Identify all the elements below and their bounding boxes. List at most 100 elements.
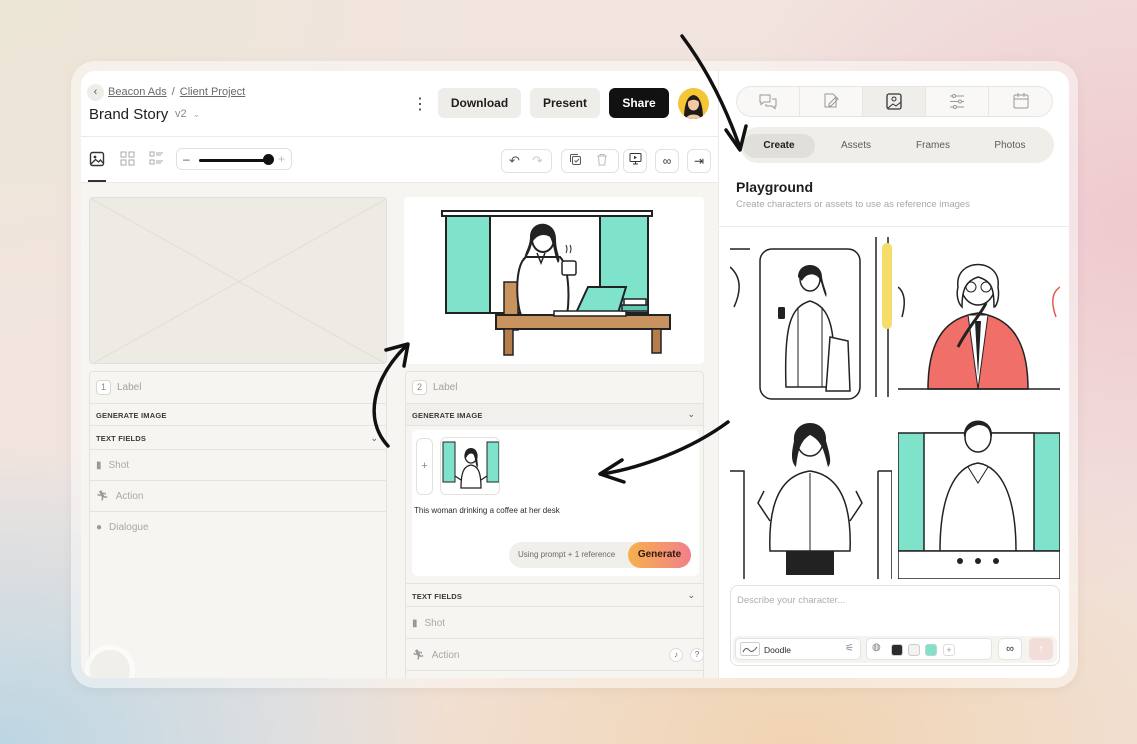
version-selector[interactable]: v2 ⌄ (175, 108, 200, 120)
help-icon[interactable]: ? (690, 648, 703, 662)
dialogue-field[interactable]: ● Dialogue (90, 512, 386, 543)
grid-view-icon[interactable] (118, 151, 136, 169)
clapper-icon: ▮ (412, 618, 418, 629)
character-card[interactable] (898, 411, 1060, 579)
field-label: Action (431, 650, 460, 661)
section-title: GENERATE IMAGE (96, 411, 167, 420)
field-label: Action (115, 491, 144, 502)
back-button[interactable]: ‹ (87, 84, 104, 101)
header-bar: ‹ Beacon Ads / Client Project Brand Story … (81, 71, 718, 137)
frame-2-image[interactable] (404, 197, 704, 364)
calendar-icon[interactable] (989, 87, 1052, 116)
frame-label[interactable]: Label (433, 382, 457, 393)
action-field[interactable]: 🏃︎ Action (90, 481, 386, 512)
frame-1-placeholder[interactable] (89, 197, 387, 364)
character-card[interactable] (898, 237, 1060, 405)
active-view-indicator (88, 180, 106, 182)
version-label: v2 (175, 108, 187, 120)
link-icon[interactable]: ∞ (998, 638, 1022, 660)
swatch-mint[interactable] (925, 644, 937, 656)
present-button[interactable]: Present (530, 88, 600, 118)
avatar[interactable] (678, 88, 709, 119)
history-group: ↶ ↷ (501, 149, 552, 173)
character-card[interactable] (730, 237, 892, 405)
frame-2-header: 2 Label (406, 372, 703, 404)
chevron-down-icon[interactable]: ⌄ (370, 433, 378, 444)
tab-create[interactable]: Create (743, 134, 815, 158)
character-gallery (730, 237, 1060, 580)
adjust-icon[interactable]: ⚟ (845, 643, 854, 654)
image-panel-icon[interactable] (863, 87, 926, 116)
action-field[interactable]: 🏃︎ Action ♪ ? (406, 639, 703, 671)
duplicate-icon[interactable] (569, 153, 582, 169)
shot-field[interactable]: ▮ Shot (406, 607, 703, 639)
download-button[interactable]: Download (438, 88, 521, 118)
frame-1-header: 1 Label (90, 372, 386, 404)
add-color-icon[interactable]: + (943, 644, 955, 656)
zoom-in-icon[interactable]: + (278, 152, 285, 166)
page-title: Brand Story (89, 106, 169, 123)
share-button[interactable]: Share (609, 88, 669, 118)
describe-character-field[interactable]: Describe your character... Doodle ⚟ ◍ + … (730, 585, 1060, 666)
generate-context: Using prompt + 1 reference (518, 550, 616, 559)
tab-photos[interactable]: Photos (974, 134, 1046, 158)
generate-button[interactable]: Generate (628, 542, 691, 568)
more-options-icon[interactable]: ⋮ (412, 94, 428, 114)
section-heading: Playground (736, 179, 814, 195)
app-window: ‹ Beacon Ads / Client Project Brand Story … (81, 71, 1069, 678)
reference-thumbnail[interactable] (440, 437, 500, 495)
zoom-handle[interactable] (263, 154, 274, 165)
field-label: Dialogue (109, 522, 149, 533)
chevron-down-icon[interactable]: ⌄ (687, 590, 695, 601)
frame-number: 2 (412, 380, 427, 395)
breadcrumb: Beacon Ads / Client Project (108, 86, 245, 98)
section-description: Create characters or assets to use as re… (736, 199, 970, 210)
settings-sliders-icon[interactable] (926, 87, 989, 116)
frame-label[interactable]: Label (117, 382, 141, 393)
edit-group (561, 149, 619, 173)
bell-icon[interactable]: ♪ (669, 648, 683, 662)
style-selector[interactable]: Doodle ⚟ (735, 638, 861, 660)
chevron-down-icon[interactable]: ⌄ (687, 409, 695, 420)
prompt-text[interactable]: This woman drinking a coffee at her desk (414, 506, 560, 515)
swatch-dark[interactable] (891, 644, 903, 656)
list-view-icon[interactable] (147, 151, 165, 169)
section-title: TEXT FIELDS (412, 592, 463, 601)
breadcrumb-project[interactable]: Client Project (180, 86, 245, 98)
clapper-icon: ▮ (96, 460, 102, 471)
undo-icon[interactable]: ↶ (509, 153, 520, 169)
image-view-icon[interactable] (88, 151, 106, 169)
microphone-icon: ● (96, 522, 103, 533)
breadcrumb-workspace[interactable]: Beacon Ads (108, 86, 167, 98)
generate-image-section[interactable]: GENERATE IMAGE ⌄ (406, 404, 703, 426)
comments-icon[interactable] (737, 87, 800, 116)
section-title: GENERATE IMAGE (412, 411, 483, 420)
add-reference-button[interactable]: + (416, 438, 433, 495)
zoom-slider[interactable]: – + (176, 148, 292, 170)
present-mode-icon[interactable] (623, 149, 647, 173)
generate-image-section[interactable]: GENERATE IMAGE (90, 404, 386, 426)
trash-icon[interactable] (596, 153, 608, 169)
doodle-style-icon (740, 642, 760, 656)
swatch-light[interactable] (908, 644, 920, 656)
send-button[interactable]: ↑ (1029, 638, 1053, 660)
link-icon[interactable]: ∞ (655, 149, 679, 173)
field-label: Shot (108, 460, 130, 471)
text-fields-section[interactable]: TEXT FIELDS ⌄ (406, 583, 703, 607)
character-card[interactable] (730, 411, 892, 579)
redo-icon[interactable]: ↷ (532, 153, 543, 169)
edit-icon[interactable] (800, 87, 863, 116)
toolbar: – + ↶ ↷ ∞ ⇥ (81, 137, 718, 183)
zoom-out-icon[interactable]: – (183, 152, 190, 166)
collapse-panel-icon[interactable]: ⇥ (687, 149, 711, 173)
tab-assets[interactable]: Assets (820, 134, 892, 158)
color-palette: ◍ + (866, 638, 992, 660)
divider (719, 226, 1069, 227)
chevron-down-icon: ⌄ (192, 109, 201, 119)
shot-field[interactable]: ▮ Shot (90, 450, 386, 481)
frame-number: 1 (96, 380, 111, 395)
generate-box: + This woman drinking a coffee at her de… (412, 430, 699, 576)
playground-panel: Create Assets Frames Photos Playground C… (718, 71, 1069, 678)
tab-frames[interactable]: Frames (897, 134, 969, 158)
text-fields-section[interactable]: TEXT FIELDS ⌄ (90, 426, 386, 450)
